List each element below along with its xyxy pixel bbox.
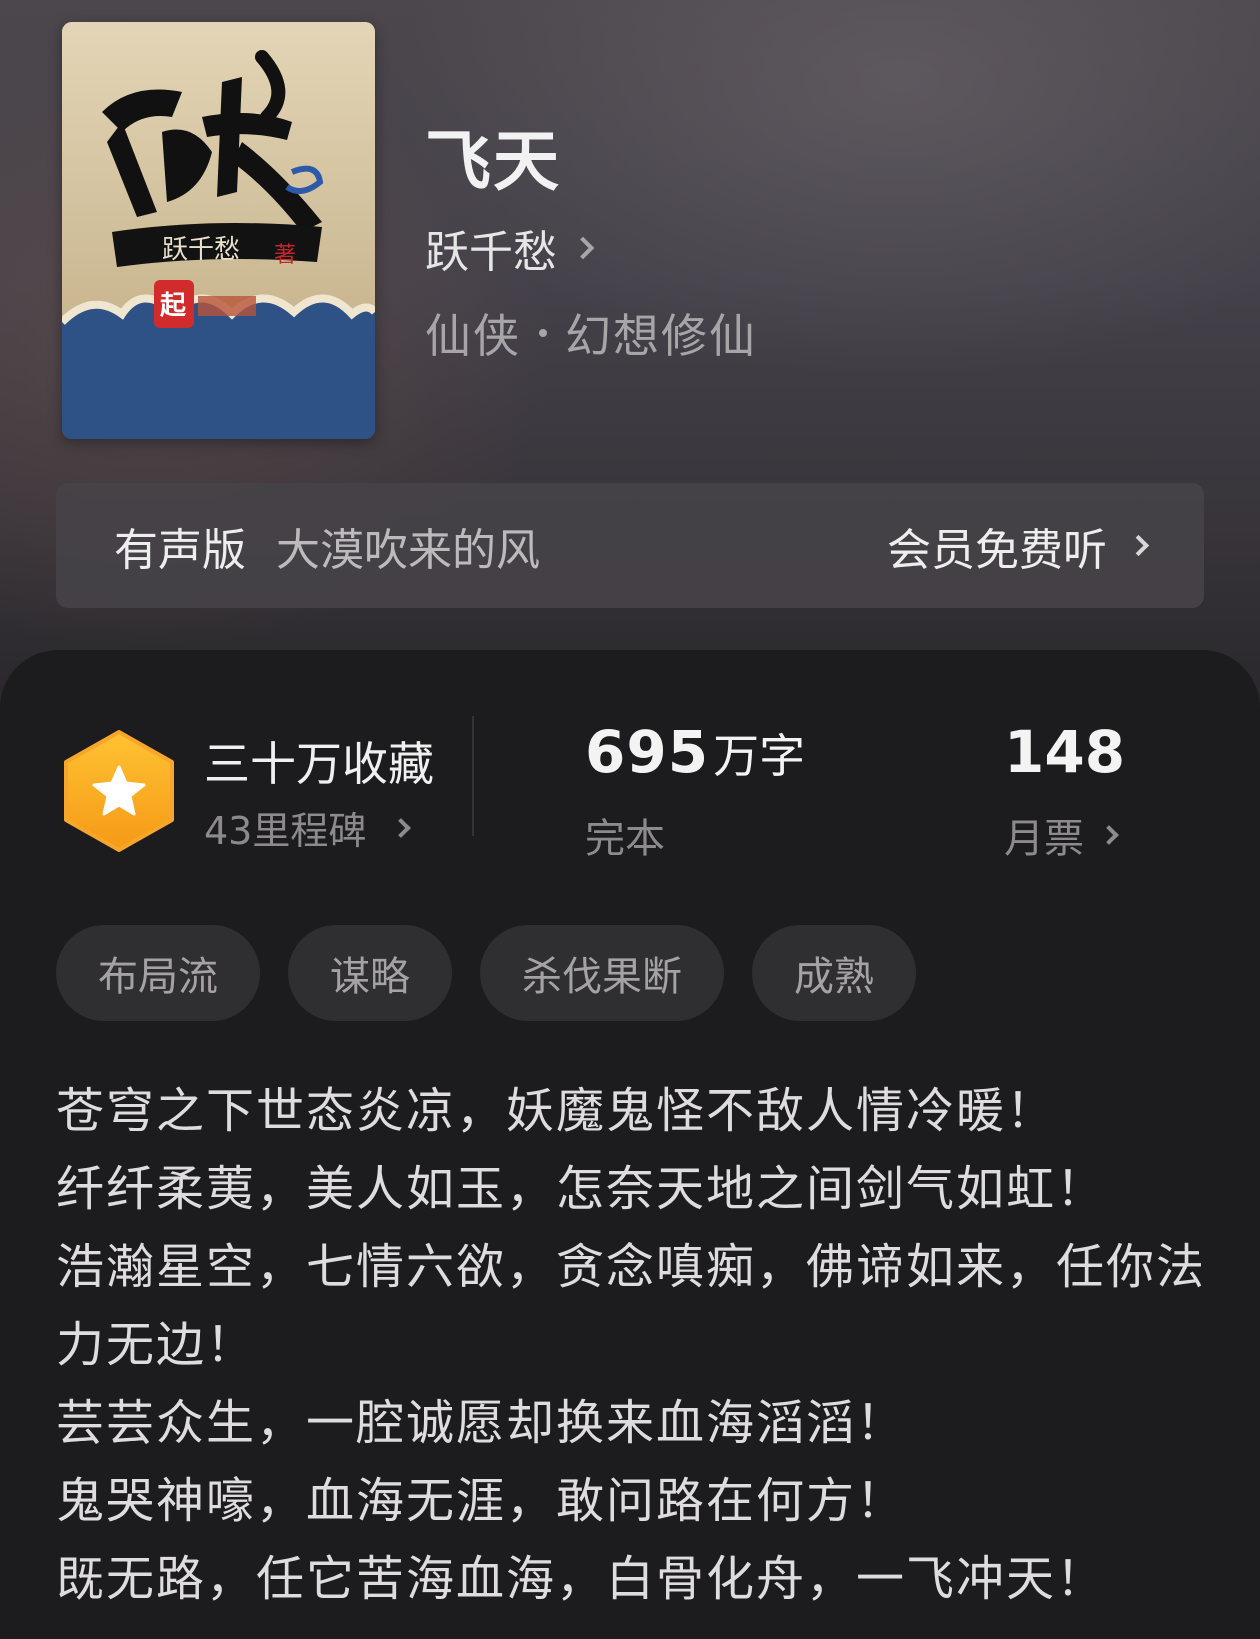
genre-line: 仙侠 幻想修仙 xyxy=(425,300,757,366)
svg-text:跃千愁: 跃千愁 xyxy=(162,235,240,265)
member-listen-button[interactable]: 会员免费听 xyxy=(887,514,1150,578)
monthly-votes-label: 月票 xyxy=(1004,816,1084,862)
chevron-right-icon xyxy=(391,817,412,838)
book-synopsis[interactable]: 苍穹之下世态炎凉，妖魔鬼怪不敌人情冷暖！ 纤纤柔荑，美人如玉，怎奈天地之间剑气如… xyxy=(56,1072,1206,1618)
synopsis-line: 纤纤柔荑，美人如玉，怎奈天地之间剑气如虹！ xyxy=(56,1161,1107,1217)
genre-main[interactable]: 仙侠 xyxy=(425,300,521,366)
book-cover[interactable]: 跃千愁 著 起 xyxy=(62,22,375,439)
svg-text:著: 著 xyxy=(274,243,296,268)
tag-list: 布局流 谋略 杀伐果断 成熟 xyxy=(56,925,916,1021)
synopsis-line: 浩瀚星空，七情六欲，贪念嗔痴，佛谛如来，任你法力无边！ xyxy=(56,1239,1207,1373)
tag-chip[interactable]: 成熟 xyxy=(752,925,916,1021)
word-count-unit: 万字 xyxy=(713,729,806,783)
chevron-right-icon xyxy=(1099,825,1119,845)
svg-text:起: 起 xyxy=(160,291,187,321)
audio-label: 有声版 xyxy=(114,524,246,576)
milestones-link[interactable]: 43里程碑 xyxy=(204,800,412,855)
author-name: 跃千愁 xyxy=(425,227,557,278)
book-cover-image: 跃千愁 著 起 xyxy=(62,22,375,439)
chevron-right-icon xyxy=(1127,534,1150,557)
member-listen-label: 会员免费听 xyxy=(887,524,1107,576)
word-count-number: 695 xyxy=(585,718,710,786)
book-detail-page: 跃千愁 著 起 飞天 跃千愁 仙侠 幻想修仙 有声版 大漠吹来的风 会员免费听 xyxy=(0,0,1260,1639)
genre-sub[interactable]: 幻想修仙 xyxy=(565,300,757,366)
stats-divider xyxy=(472,716,474,836)
audio-version-bar[interactable]: 有声版 大漠吹来的风 会员免费听 xyxy=(56,483,1204,608)
synopsis-line: 芸芸众生，一腔诚愿却换来血海滔滔！ xyxy=(56,1395,907,1451)
tag-chip[interactable]: 布局流 xyxy=(56,925,260,1021)
monthly-votes-count: 148 xyxy=(1004,718,1126,786)
audio-narrator: 大漠吹来的风 xyxy=(276,524,540,576)
completion-status: 完本 xyxy=(585,816,665,862)
tag-chip[interactable]: 谋略 xyxy=(288,925,452,1021)
author-link[interactable]: 跃千愁 xyxy=(425,220,595,278)
synopsis-line: 苍穹之下世态炎凉，妖魔鬼怪不敌人情冷暖！ xyxy=(56,1083,1057,1139)
collections-count: 三十万收藏 xyxy=(204,737,434,791)
synopsis-line: 既无路，任它苦海血海，白骨化舟，一飞冲天！ xyxy=(56,1551,1107,1607)
word-count: 695 万字 xyxy=(585,718,805,786)
milestones-label: 43里程碑 xyxy=(204,809,367,853)
synopsis-line: 鬼哭神嚎，血海无涯，敢问路在何方！ xyxy=(56,1473,907,1529)
separator-dot xyxy=(539,329,547,337)
tag-chip[interactable]: 杀伐果断 xyxy=(480,925,724,1021)
book-title: 飞天 xyxy=(425,122,561,200)
star-badge-icon xyxy=(64,730,174,852)
monthly-votes-link[interactable]: 月票 xyxy=(1004,806,1119,864)
chevron-right-icon xyxy=(571,236,595,260)
